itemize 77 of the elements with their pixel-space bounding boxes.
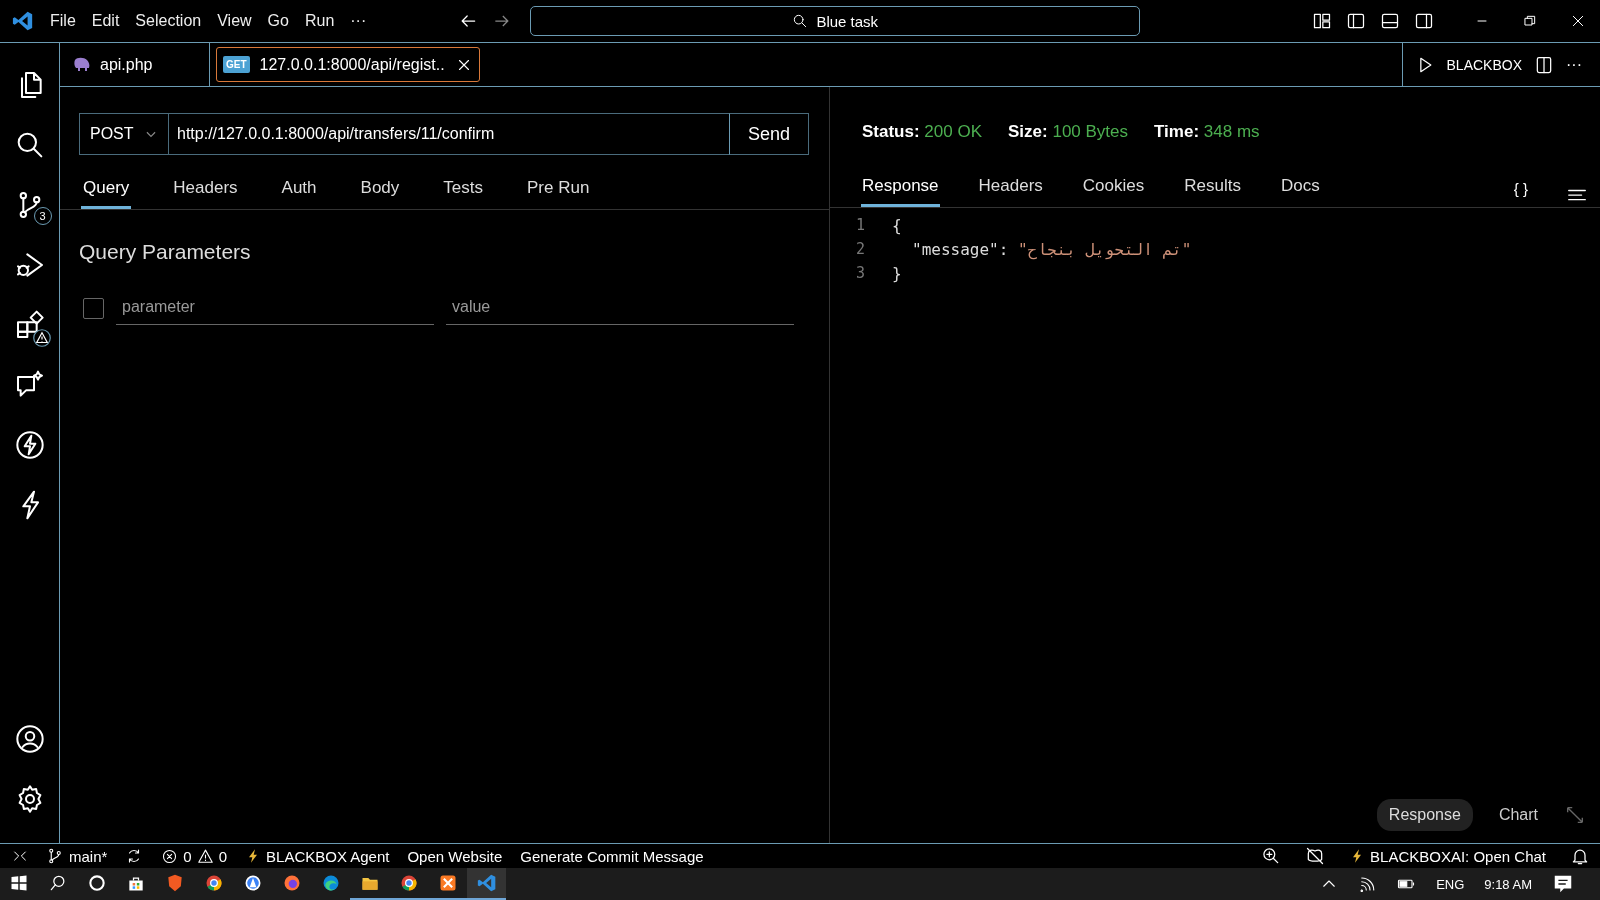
- account-icon[interactable]: [13, 723, 46, 755]
- more-actions[interactable]: ···: [1566, 55, 1582, 74]
- warning-badge-icon: [32, 329, 51, 347]
- code-token: "تم التحويل بنجاح": [1018, 239, 1192, 259]
- count-badge: 3: [33, 207, 52, 225]
- blackbox-label[interactable]: BLACKBOX: [1446, 56, 1522, 73]
- line-number: 3: [856, 264, 867, 282]
- menu-item[interactable]: File: [42, 8, 84, 34]
- bolt-circle-icon[interactable]: [13, 429, 46, 461]
- command-search-field[interactable]: Blue task: [530, 6, 1141, 36]
- status-item[interactable]: BLACKBOXAI: Open Chat: [1349, 847, 1546, 865]
- format-button[interactable]: { }: [1513, 180, 1528, 207]
- notification-icon[interactable]: [1552, 873, 1574, 895]
- param-checkbox[interactable]: [83, 298, 104, 319]
- method-badge: GET: [223, 56, 250, 73]
- stat-text: Size: 100 Bytes: [1008, 122, 1129, 142]
- wifi-icon[interactable]: [1358, 875, 1377, 893]
- clock[interactable]: 9:18 AM: [1484, 876, 1532, 892]
- tab-label: 127.0.0.1:8000/api/regist..: [259, 55, 445, 74]
- windows-logo-icon[interactable]: [10, 874, 28, 892]
- menu-item[interactable]: Run: [296, 8, 343, 34]
- restore-icon[interactable]: [1522, 13, 1538, 29]
- sidebar-left-icon[interactable]: [1346, 11, 1366, 31]
- code-token: "message": [912, 239, 999, 259]
- menu-item[interactable]: ···: [342, 8, 375, 34]
- menu-item[interactable]: View: [209, 8, 260, 34]
- remote-icon[interactable]: [12, 848, 28, 864]
- menu-item[interactable]: Selection: [127, 8, 210, 34]
- branch-item[interactable]: main*: [46, 847, 108, 865]
- code-token: :: [998, 239, 1009, 259]
- menu-item[interactable]: Edit: [83, 8, 128, 34]
- response-tab[interactable]: Cookies: [1081, 173, 1146, 207]
- line-number: 1: [856, 216, 867, 234]
- code-token: {: [892, 215, 902, 235]
- problems-item[interactable]: 0 0: [161, 847, 228, 865]
- view-toggle[interactable]: Response: [1376, 799, 1473, 831]
- view-toggle[interactable]: Chart: [1486, 799, 1550, 831]
- response-tab[interactable]: Docs: [1279, 173, 1321, 207]
- split-editor-icon[interactable]: [1534, 54, 1554, 75]
- url-field[interactable]: http://127.0.0.1:8000/api/transfers/11/confirm: [169, 113, 729, 155]
- elephant-icon: [72, 56, 92, 73]
- status-item[interactable]: Generate Commit Message: [520, 847, 704, 865]
- stat-text: Status: 200 OK: [862, 122, 982, 142]
- status-item[interactable]: Open Website: [407, 847, 503, 865]
- request-tab[interactable]: Headers: [171, 175, 240, 209]
- circle-icon[interactable]: [86, 873, 107, 893]
- tab-label: api.php: [100, 55, 153, 74]
- stat-text: Time: 348 ms: [1154, 122, 1260, 142]
- editor-tab[interactable]: api.php: [60, 43, 210, 86]
- close-icon[interactable]: [1570, 13, 1586, 29]
- send-button[interactable]: Send: [729, 113, 809, 155]
- menu-item[interactable]: Go: [259, 8, 297, 34]
- status-item[interactable]: BLACKBOX Agent: [245, 847, 390, 865]
- error-icon: [161, 847, 179, 865]
- request-tab[interactable]: Query: [81, 175, 132, 209]
- branch-icon: [46, 847, 64, 865]
- response-tab[interactable]: Response: [861, 173, 940, 207]
- request-tab[interactable]: Auth: [279, 175, 319, 209]
- warning-icon: [196, 847, 214, 865]
- language-indicator[interactable]: ENG: [1436, 876, 1465, 892]
- method-dropdown[interactable]: POST: [79, 113, 169, 155]
- section-title: Query Parameters: [79, 240, 252, 264]
- panel-bottom-icon[interactable]: [1380, 11, 1400, 31]
- request-tab[interactable]: Pre Run: [525, 175, 592, 209]
- sidebar-right-icon[interactable]: [1414, 11, 1434, 31]
- response-tab[interactable]: Results: [1183, 173, 1242, 207]
- layout-grid-icon[interactable]: [1312, 11, 1332, 31]
- editor-tab[interactable]: GET 127.0.0.1:8000/api/regist..: [216, 47, 480, 82]
- expand-icon[interactable]: [1564, 804, 1586, 826]
- code-logo-icon[interactable]: [12, 10, 34, 32]
- code-token: }: [892, 263, 902, 283]
- code-logo-icon[interactable]: [476, 873, 497, 893]
- search-icon: [792, 13, 809, 29]
- request-tab[interactable]: Tests: [441, 175, 485, 209]
- line-number: 2: [856, 240, 867, 258]
- request-tab[interactable]: Body: [358, 175, 402, 209]
- response-tab[interactable]: Headers: [977, 173, 1044, 207]
